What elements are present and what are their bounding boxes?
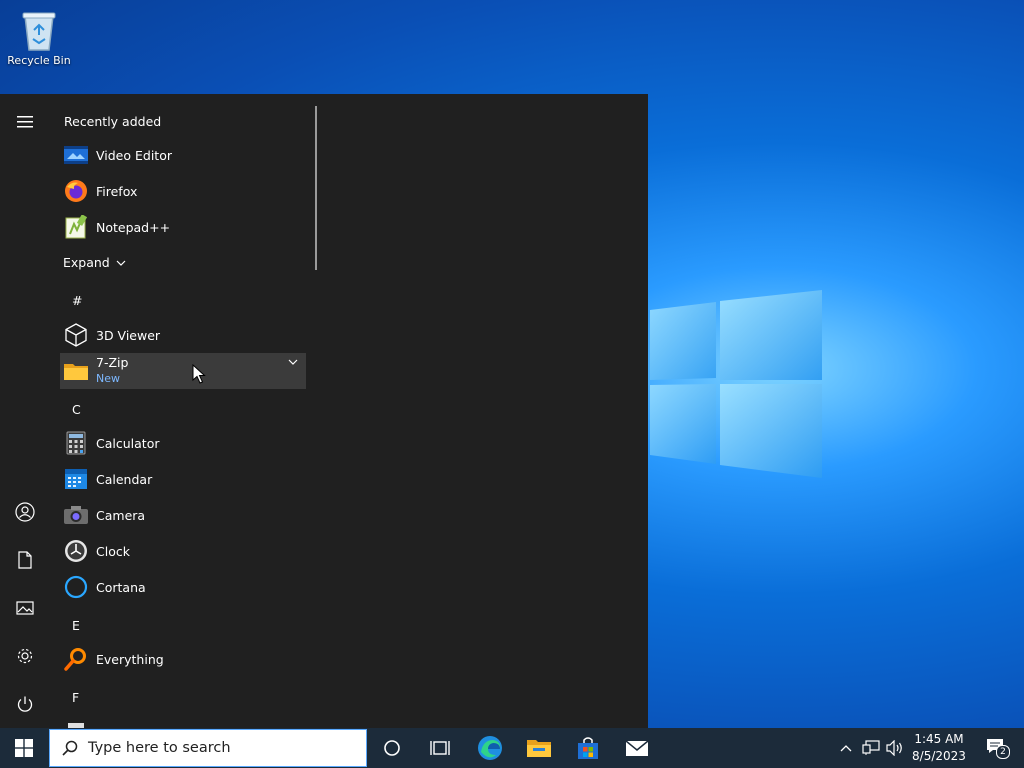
app-camera[interactable]: Camera — [60, 497, 306, 533]
app-label: Camera — [96, 507, 146, 523]
edge-button[interactable] — [467, 728, 513, 768]
network-icon — [862, 740, 880, 755]
group-header-f[interactable]: F — [72, 690, 79, 705]
app-label: Video Editor — [96, 147, 172, 163]
notepad-plus-plus-icon — [64, 215, 88, 239]
windows-logo-wallpaper — [650, 290, 822, 478]
pictures-button[interactable] — [5, 588, 45, 628]
camera-icon — [64, 503, 88, 527]
recently-added-header: Recently added — [64, 114, 162, 129]
file-explorer-button[interactable] — [516, 728, 562, 768]
volume-button[interactable] — [884, 728, 906, 768]
app-label: 7-Zip — [96, 355, 129, 370]
search-box[interactable]: Type here to search — [49, 729, 367, 767]
taskbar: Type here to search 1:45 AM 8/5/2023 2 — [0, 728, 1024, 768]
app-calculator[interactable]: Calculator — [60, 425, 306, 461]
windows-start-icon — [15, 739, 33, 757]
app-7zip-folder[interactable]: 7-Zip New — [60, 353, 306, 389]
app-label: Clock — [96, 543, 130, 559]
account-button[interactable] — [5, 492, 45, 532]
start-button[interactable] — [0, 728, 48, 768]
app-label: Firefox — [96, 183, 138, 199]
cortana-icon — [64, 575, 88, 599]
calendar-icon — [64, 467, 88, 491]
mail-button[interactable] — [614, 728, 660, 768]
app-video-editor[interactable]: Video Editor — [60, 137, 306, 173]
calculator-icon — [64, 431, 88, 455]
clock-icon — [64, 539, 88, 563]
cortana-button[interactable] — [369, 728, 415, 768]
app-list: Recently added Video Editor Firefox Note… — [56, 94, 312, 728]
document-icon — [18, 551, 32, 569]
cube-icon — [64, 323, 88, 347]
chevron-down-icon — [116, 260, 126, 266]
microsoft-store-button[interactable] — [565, 728, 611, 768]
start-menu: Recently added Video Editor Firefox Note… — [0, 94, 648, 728]
app-partial-item[interactable] — [60, 713, 306, 728]
edge-icon — [478, 736, 502, 760]
recycle-bin-shortcut[interactable]: Recycle Bin — [4, 6, 74, 67]
app-icon — [64, 719, 88, 728]
picture-icon — [16, 601, 34, 615]
app-cortana[interactable]: Cortana — [60, 569, 306, 605]
recycle-bin-label: Recycle Bin — [7, 54, 71, 67]
store-bag-icon — [578, 737, 598, 759]
app-firefox[interactable]: Firefox — [60, 173, 306, 209]
hamburger-menu-button[interactable] — [5, 102, 45, 142]
network-button[interactable] — [860, 728, 882, 768]
video-editor-icon — [64, 143, 88, 167]
magnifier-search-icon — [64, 647, 88, 671]
app-clock[interactable]: Clock — [60, 533, 306, 569]
app-label: Calendar — [96, 471, 153, 487]
group-header-hash[interactable]: # — [72, 293, 82, 308]
chevron-down-icon[interactable] — [288, 359, 298, 365]
folder-icon — [64, 359, 88, 383]
mail-envelope-icon — [625, 740, 649, 756]
group-header-c[interactable]: C — [72, 402, 81, 417]
mouse-cursor-icon — [192, 364, 206, 384]
task-view-button[interactable] — [417, 728, 463, 768]
show-hidden-icons-button[interactable] — [836, 728, 856, 768]
documents-button[interactable] — [5, 540, 45, 580]
user-icon — [15, 502, 35, 522]
recycle-bin-icon — [19, 8, 59, 52]
app-3d-viewer[interactable]: 3D Viewer — [60, 317, 306, 353]
file-explorer-icon — [527, 740, 551, 757]
clock-date: 8/5/2023 — [912, 749, 966, 763]
action-center-button[interactable]: 2 — [980, 728, 1014, 768]
app-label: Cortana — [96, 579, 146, 595]
firefox-icon — [64, 179, 88, 203]
expand-label: Expand — [63, 255, 110, 270]
app-label: Calculator — [96, 435, 160, 451]
app-label: 3D Viewer — [96, 327, 161, 343]
scrollbar[interactable] — [315, 106, 317, 270]
clock-button[interactable]: 1:45 AM 8/5/2023 — [905, 731, 973, 765]
group-header-e[interactable]: E — [72, 618, 80, 633]
cortana-circle-icon — [384, 740, 400, 756]
notification-count-badge: 2 — [996, 745, 1010, 759]
app-notepad-plus-plus[interactable]: Notepad++ — [60, 209, 306, 245]
app-label: Everything — [96, 651, 164, 667]
new-badge: New — [96, 372, 120, 385]
search-icon — [62, 740, 78, 756]
settings-button[interactable] — [5, 636, 45, 676]
chevron-up-icon — [840, 745, 852, 752]
clock-time: 1:45 AM — [914, 732, 964, 746]
app-label: Notepad++ — [96, 219, 171, 235]
gear-icon — [17, 648, 33, 664]
hamburger-icon — [17, 116, 33, 128]
power-button[interactable] — [5, 684, 45, 724]
search-placeholder: Type here to search — [88, 740, 231, 756]
speaker-icon — [886, 740, 902, 756]
app-calendar[interactable]: Calendar — [60, 461, 306, 497]
app-everything[interactable]: Everything — [60, 641, 306, 677]
power-icon — [17, 696, 33, 712]
expand-button[interactable]: Expand — [63, 255, 126, 270]
start-rail — [0, 94, 50, 728]
task-view-icon — [430, 741, 450, 755]
